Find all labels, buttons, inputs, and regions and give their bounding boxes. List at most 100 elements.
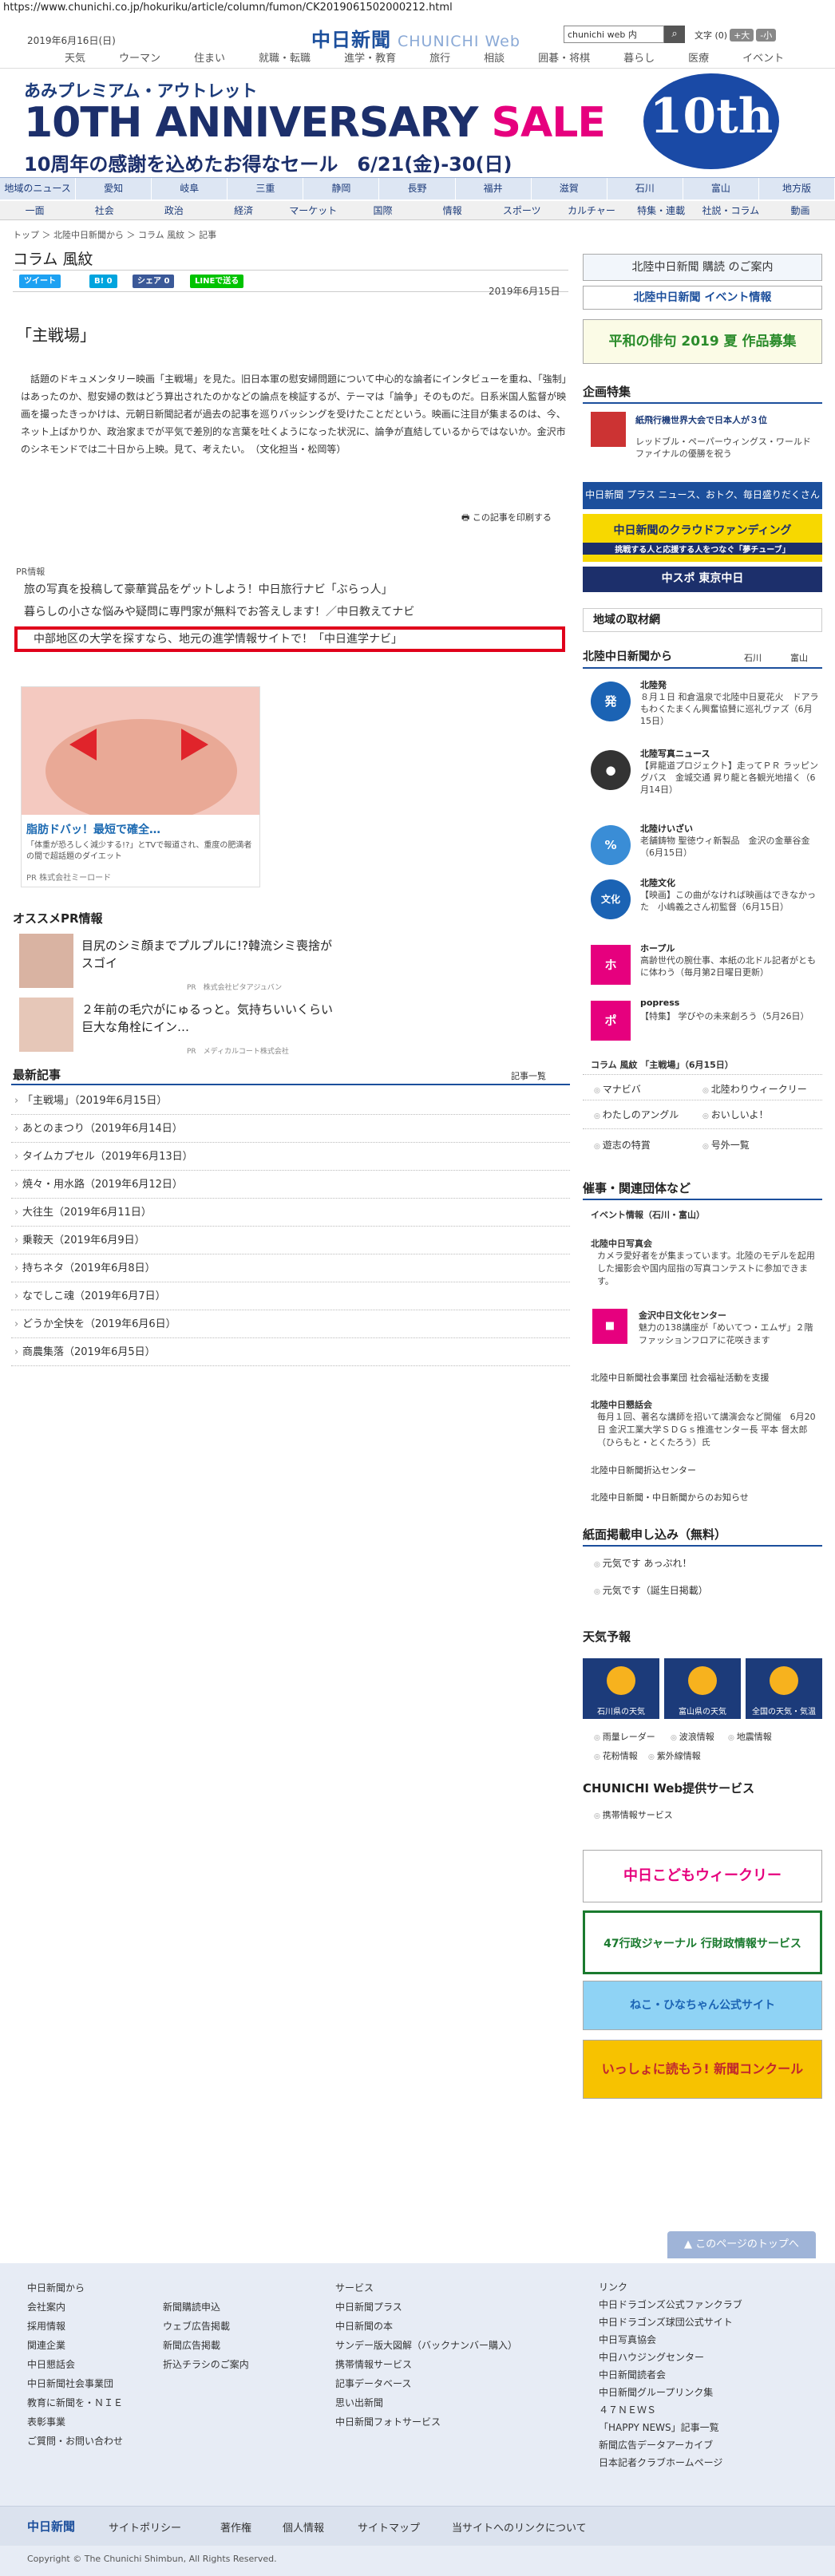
facebook-share-button[interactable]: シェア 0 — [133, 275, 175, 288]
category-tab[interactable]: 特集・連載 — [627, 201, 696, 219]
footer-link[interactable]: 新聞購読申込 — [163, 2297, 249, 2317]
sidebar-link[interactable]: マナビバ — [594, 1082, 641, 1096]
latest-item[interactable]: どうか全快を（2019年6月6日） — [11, 1310, 570, 1338]
footer-link[interactable]: 採用情報 — [27, 2317, 123, 2336]
latest-item[interactable]: なでしこ魂（2019年6月7日） — [11, 1282, 570, 1310]
gnav-item[interactable]: 相談 — [467, 49, 521, 65]
latest-item[interactable]: 持ちネタ（2019年6月8日） — [11, 1254, 570, 1282]
category-tab[interactable]: 社説・コラム — [696, 201, 766, 219]
events-sub[interactable]: イベント情報（石川・富山） — [591, 1208, 705, 1221]
footer-nav-item[interactable]: サイトマップ — [358, 2519, 420, 2535]
sidebar-item[interactable]: 文化 北陸文化 【映画】この曲がなければ映画はできなかった 小嶋義之さん初監督（6月… — [591, 876, 822, 934]
latest-item[interactable]: 焼々・用水路（2019年6月12日） — [11, 1171, 570, 1199]
region-tab[interactable]: 滋賀 — [532, 178, 607, 200]
gnav-item[interactable]: ウーマン — [102, 49, 177, 65]
sidebar-item[interactable]: % 北陸けいざい 老舗鋳物 聖徳ウィ新製品 金沢の金華谷金（6月15日） — [591, 822, 822, 879]
local-coverage[interactable]: 地域の取材網 — [583, 608, 822, 632]
sidebar-link[interactable]: おいしいよ！ — [702, 1108, 769, 1121]
notice-link[interactable]: 元気です（誕生日掲載） — [594, 1583, 708, 1597]
gnav-item[interactable]: 就職・転職 — [242, 49, 327, 65]
footer-link[interactable]: 「HAPPY NEWS」記事一覧 — [599, 2419, 742, 2436]
font-smaller-button[interactable]: -小 — [756, 29, 777, 41]
region-tab[interactable]: 長野 — [379, 178, 456, 200]
column-link[interactable]: コラム 風紋 「主戦場」（6月15日） — [591, 1058, 734, 1071]
haiku-banner[interactable]: 平和の俳句 2019 夏 作品募集 — [583, 319, 822, 364]
footer-link[interactable]: 関連企業 — [27, 2336, 123, 2355]
footer-link[interactable]: 新聞広告掲載 — [163, 2336, 249, 2355]
region-tab[interactable]: 岐阜 — [152, 178, 228, 200]
footer-link[interactable]: 記事データベース — [335, 2374, 517, 2393]
kodomo-weekly-banner[interactable]: 中日こどもウィークリー — [583, 1850, 822, 1902]
weather-ishikawa[interactable]: 石川県の天気 — [583, 1658, 659, 1719]
plus-banner[interactable]: 中日新聞 プラス ニュース、おトク、毎日盛りだくさん — [583, 482, 822, 509]
category-tab[interactable]: スポーツ — [487, 201, 556, 219]
pr-link[interactable]: 中部地区の大学を探すなら、地元の進学情報サイトで！「中日進学ナビ」 — [34, 630, 402, 646]
weather-link[interactable]: 地震情報 — [728, 1730, 772, 1743]
latest-item[interactable]: あとのまつり（2019年6月14日） — [11, 1115, 570, 1143]
hinachan-banner[interactable]: ねこ・ひなちゃん公式サイト — [583, 1981, 822, 2030]
footer-link[interactable]: 会社案内 — [27, 2297, 123, 2317]
category-tab[interactable]: 経済 — [209, 201, 279, 219]
latest-item[interactable]: 大往生（2019年6月11日） — [11, 1199, 570, 1227]
footer-link[interactable]: 中日ハウジングセンター — [599, 2349, 742, 2366]
region-tab[interactable]: 愛知 — [76, 178, 152, 200]
sidebar-item[interactable]: ● 北陸写真ニュース 【昇龍道プロジェクト】走ってＰＲ ラッピングバス 金城交通 昇… — [591, 747, 822, 804]
category-tab[interactable]: 政治 — [139, 201, 208, 219]
footer-link[interactable]: 思い出新聞 — [335, 2393, 517, 2412]
photo-club-title[interactable]: 北陸中日写真会 — [591, 1237, 652, 1250]
latest-item[interactable]: 商農集落（2019年6月5日） — [11, 1338, 570, 1366]
hatena-button[interactable]: B! 0 — [89, 275, 117, 288]
chuspo-banner[interactable]: 中スポ 東京中日 — [583, 567, 822, 592]
region-tab[interactable]: 地域のニュース — [0, 178, 77, 200]
forum-title[interactable]: 北陸中日懇話会 — [591, 1398, 652, 1411]
weather-toyama[interactable]: 富山県の天気 — [664, 1658, 741, 1719]
latest-item[interactable]: 乗鞍天（2019年6月9日） — [11, 1227, 570, 1254]
footer-link[interactable]: 日本記者クラブホームページ — [599, 2454, 742, 2471]
footer-nav-item[interactable]: 当サイトへのリンクについて — [452, 2519, 587, 2535]
latest-item[interactable]: 「主戦場」（2019年6月15日） — [11, 1087, 570, 1115]
footer-link[interactable]: 中日懇話会 — [27, 2355, 123, 2374]
back-to-top-button[interactable]: ▲ このページのトップへ — [667, 2231, 816, 2258]
region-tab[interactable]: 静岡 — [303, 178, 380, 200]
footer-link[interactable]: 折込チラシのご案内 — [163, 2355, 249, 2374]
category-tab[interactable]: 国際 — [348, 201, 418, 219]
recommended-pr-item[interactable]: ２年前の毛穴がにゅるっと。気持ちいいくらい巨大な角栓にイン… PR メディカルコー… — [19, 998, 562, 1056]
line-share-button[interactable]: LINEで送る — [190, 275, 244, 288]
weather-link[interactable]: 紫外線情報 — [648, 1749, 701, 1762]
footer-link[interactable]: 携帯情報サービス — [335, 2355, 517, 2374]
insert-center-link[interactable]: 北陸中日新聞折込センター — [591, 1464, 696, 1476]
weather-link[interactable]: 花粉情報 — [594, 1749, 638, 1762]
footer-link[interactable]: 中日新聞プラス — [335, 2297, 517, 2317]
magnifier-icon[interactable]: ⌕ — [664, 26, 685, 43]
ad-banner[interactable]: あみプレミアム・アウトレット 10TH ANNIVERSARY SALE 10周… — [0, 72, 782, 176]
pr-link[interactable]: 旅の写真を投稿して豪華賞品をゲットしよう！中日旅行ナビ「ぶらっ人」 — [24, 581, 393, 597]
gnav-item[interactable]: 囲碁・将棋 — [521, 49, 607, 65]
footer-link[interactable]: 中日写真協会 — [599, 2331, 742, 2349]
region-tab[interactable]: 富山 — [683, 178, 759, 200]
gnav-item[interactable]: 天気 — [48, 49, 102, 65]
tweet-button[interactable]: ツイート — [19, 275, 61, 288]
footer-link[interactable]: 中日新聞社会事業団 — [27, 2374, 123, 2393]
footer-link[interactable]: 新聞広告データアーカイブ — [599, 2436, 742, 2454]
site-logo[interactable]: 中日新聞 CHUNICHI Web — [311, 24, 520, 52]
weather-national[interactable]: 全国の天気・気温 — [746, 1658, 822, 1719]
sidebar-link[interactable]: わたしのアングル — [594, 1108, 679, 1121]
region-tab[interactable]: 石川 — [607, 178, 683, 200]
category-tab[interactable]: カルチャー — [556, 201, 626, 219]
font-larger-button[interactable]: +大 — [730, 29, 754, 41]
footer-link[interactable]: 中日新聞グループリンク集 — [599, 2384, 742, 2401]
breadcrumb[interactable]: トップ ＞ 北陸中日新聞から ＞ コラム 風紋 ＞ 記事 — [13, 228, 216, 241]
diet-ad[interactable]: 脂肪ドバッ！最短で確全… 「体重が恐ろしく減少する!?」とTVで報道され、重度の… — [21, 686, 260, 887]
subscribe-banner[interactable]: 北陸中日新聞 購読 のご案内 — [583, 254, 822, 281]
category-tab[interactable]: 情報 — [418, 201, 487, 219]
notice-link[interactable]: 北陸中日新聞・中日新聞からのお知らせ — [591, 1491, 749, 1503]
sidebar-link[interactable]: 遊志の特賞 — [594, 1138, 651, 1152]
region-tab[interactable]: 地方版 — [759, 178, 835, 200]
sidebar-item[interactable]: ポ popress 【特集】 学びやの未来創ろう（5月26日） — [591, 998, 822, 1055]
gnav-item[interactable]: 暮らし — [607, 49, 671, 65]
sidebar-link[interactable]: 号外一覧 — [702, 1138, 750, 1152]
footer-link[interactable]: 教育に新聞を・ＮＩＥ — [27, 2393, 123, 2412]
category-tab[interactable]: マーケット — [279, 201, 348, 219]
gyozaisei-banner[interactable]: 47行政ジャーナル 行財政情報サービス — [583, 1910, 822, 1974]
weather-link[interactable]: 雨量レーダー — [594, 1730, 655, 1743]
